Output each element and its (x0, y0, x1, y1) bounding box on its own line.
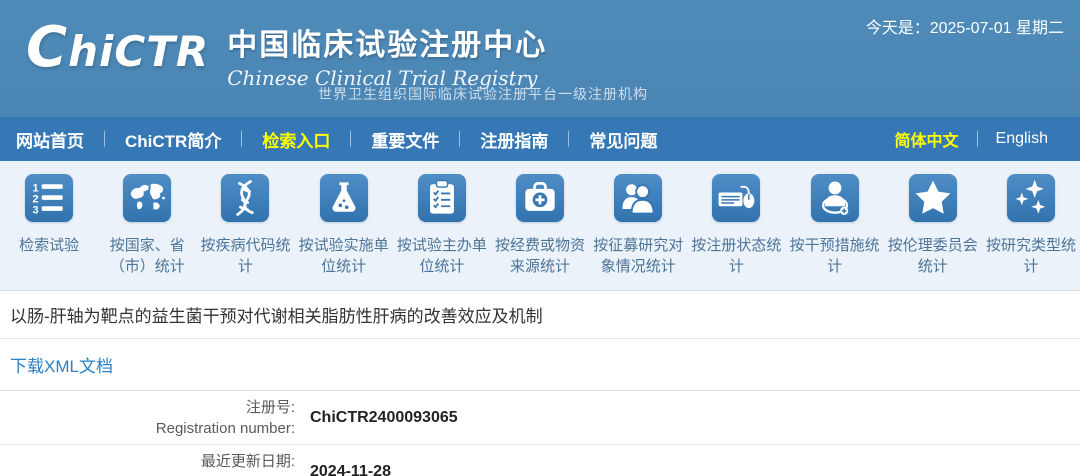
lang-english[interactable]: English (978, 130, 1066, 148)
toolbar-item-label: 按征募研究对 象情况统计 (593, 237, 684, 275)
site-logo[interactable]: ChiCTR 中国临床试验注册中心 Chinese Clinical Trial… (26, 15, 547, 91)
toolbar-item-label: 按试验实施单 位统计 (298, 237, 389, 275)
medical-bag-icon (516, 174, 565, 222)
nav-item-faq[interactable]: 常见问题 (569, 127, 677, 152)
site-titles: 中国临床试验注册中心 Chinese Clinical Trial Regist… (227, 18, 547, 90)
toolbar-item-label: 按经费或物资 来源统计 (495, 237, 586, 275)
toolbar-item-stats-by-registration-status[interactable]: 按注册状态统 计 (687, 174, 785, 277)
toolbar-item-label: 按试验主办单 位统计 (396, 237, 487, 275)
toolbar-item-stats-by-implementing-unit[interactable]: 按试验实施单 位统计 (295, 174, 393, 277)
trial-title-bar: 以肠-肝轴为靶点的益生菌干预对代谢相关脂肪性肝病的改善效应及机制 (0, 291, 1080, 339)
toolbar-item-label: 按国家、省 （市）统计 (109, 237, 185, 275)
toolbar-item-stats-by-sponsor-unit[interactable]: 按试验主办单 位统计 (393, 174, 491, 277)
toolbar-item-stats-by-region[interactable]: 按国家、省 （市）统计 (98, 174, 196, 277)
doctor-icon (810, 174, 859, 222)
toolbar-item-stats-by-ethics-committee[interactable]: 按伦理委员会 统计 (884, 174, 982, 277)
last-refreshed-labels: 最近更新日期: Date of Last Refreshed on: (0, 451, 295, 476)
numbered-list-icon: 1 2 3 (25, 174, 74, 222)
nav-item-search-entry[interactable]: 检索入口 (242, 127, 350, 152)
last-refreshed-row: 最近更新日期: Date of Last Refreshed on: 2024-… (0, 445, 1080, 476)
download-xml-bar: 下载XML文档 (0, 339, 1080, 391)
people-icon (614, 174, 663, 222)
toolbar-item-label: 按伦理委员会 统计 (887, 237, 978, 275)
toolbar-item-stats-by-study-type[interactable]: 按研究类型统 计 (982, 174, 1080, 277)
registration-number-label-cn: 注册号: (245, 398, 295, 416)
world-map-icon (123, 174, 172, 222)
star-icon (908, 174, 957, 222)
flask-icon (319, 174, 368, 222)
registration-number-value: ChiCTR2400093065 (310, 408, 458, 426)
keyboard-mouse-icon (712, 174, 761, 222)
lang-simplified-chinese[interactable]: 简体中文 (877, 127, 977, 151)
nav-item-home[interactable]: 网站首页 (14, 127, 104, 152)
toolbar-item-label: 按疾病代码统 计 (200, 237, 291, 275)
who-registry-tagline: 世界卫生组织国际临床试验注册平台一级注册机构 (318, 86, 648, 102)
download-xml-link[interactable]: 下载XML文档 (10, 352, 113, 377)
main-nav: 网站首页 ChiCTR简介 检索入口 重要文件 注册指南 常见问题 简体中文 E… (0, 117, 1080, 161)
toolbar-item-search-trials[interactable]: 1 2 3 检索试验 (0, 174, 98, 256)
last-refreshed-label-cn: 最近更新日期: (200, 452, 295, 470)
nav-item-registration-guide[interactable]: 注册指南 (460, 127, 568, 152)
toolbar-item-label: 按研究类型统 计 (985, 237, 1076, 275)
toolbar-item-stats-by-intervention[interactable]: 按干预措施统 计 (786, 174, 884, 277)
nav-item-important-docs[interactable]: 重要文件 (351, 127, 459, 152)
trial-title: 以肠-肝轴为靶点的益生菌干预对代谢相关脂肪性肝病的改善效应及机制 (10, 307, 543, 326)
last-refreshed-value: 2024-11-28 (310, 462, 391, 476)
toolbar-item-label: 按注册状态统 计 (691, 237, 782, 275)
dna-icon (221, 174, 270, 222)
site-title-chinese: 中国临床试验注册中心 (227, 28, 548, 63)
site-header: ChiCTR 中国临床试验注册中心 Chinese Clinical Trial… (0, 0, 1080, 117)
toolbar-item-stats-by-disease-code[interactable]: 按疾病代码统 计 (196, 174, 294, 277)
toolbar-item-stats-by-recruitment[interactable]: 按征募研究对 象情况统计 (589, 174, 687, 277)
last-refreshed-label-en: Date of Last Refreshed on: (0, 472, 295, 476)
statistics-toolbar: 1 2 3 检索试验 按国家、省 （市）统计 按疾病代码统 计 按试验实施单 位… (0, 161, 1080, 291)
logo-text: ChiCTR (26, 15, 210, 80)
toolbar-item-label: 检索试验 (19, 237, 80, 254)
toolbar-item-stats-by-funding-source[interactable]: 按经费或物资 来源统计 (491, 174, 589, 277)
registration-number-labels: 注册号: Registration number: (0, 397, 295, 439)
registration-number-row: 注册号: Registration number: ChiCTR24000930… (0, 391, 1080, 445)
current-date-display: 今天是：2025-07-01 星期二 (865, 20, 1064, 37)
nav-item-about[interactable]: ChiCTR简介 (105, 127, 241, 152)
sparkles-icon (1006, 174, 1055, 222)
registration-number-label-en: Registration number: (155, 419, 295, 437)
clipboard-icon (417, 174, 466, 222)
toolbar-item-label: 按干预措施统 计 (789, 237, 880, 275)
svg-text:3: 3 (33, 205, 39, 217)
